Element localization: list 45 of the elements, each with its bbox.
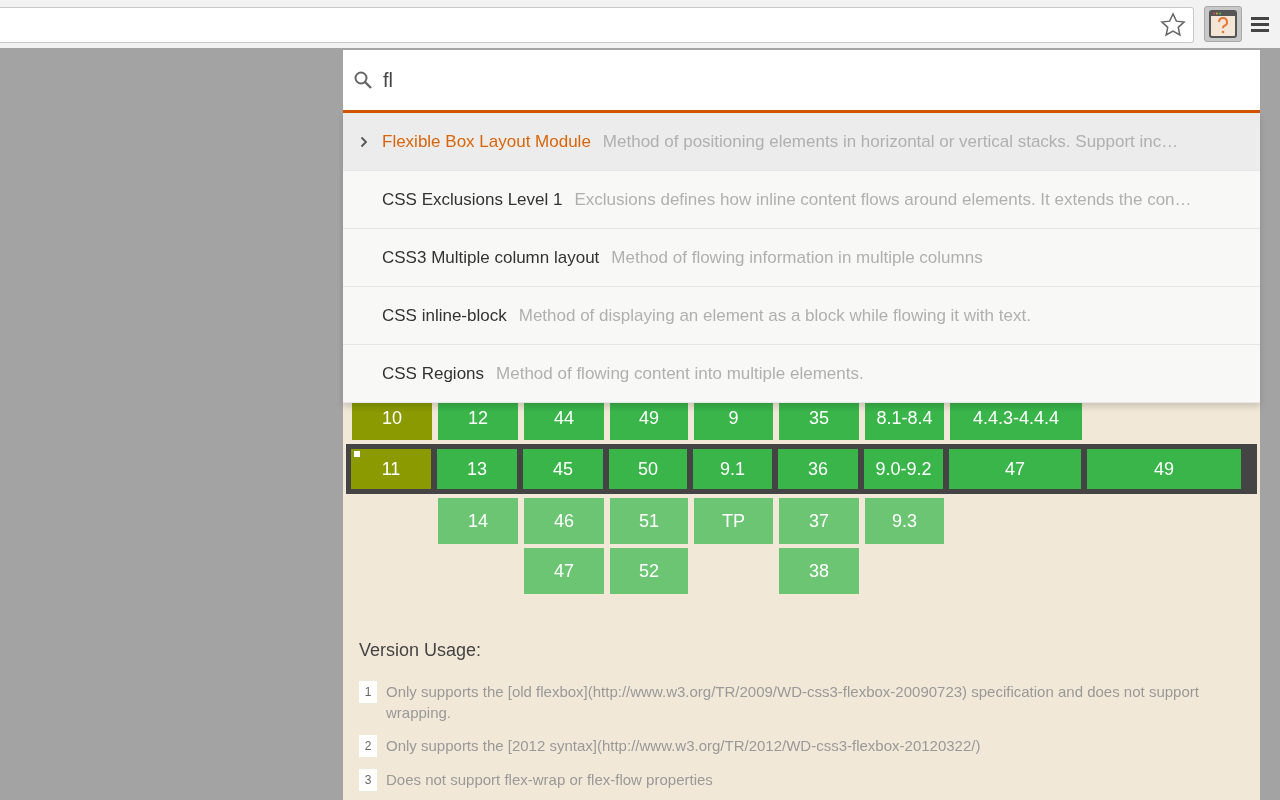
suggestion-title: CSS Exclusions Level 1: [382, 189, 563, 210]
version-cell: 52: [610, 548, 688, 594]
suggestion-item[interactable]: CSS3 Multiple column layout Method of flowing information in multiple columns: [343, 229, 1260, 287]
version-cell: 38: [779, 548, 859, 594]
version-cell: 11: [351, 449, 431, 489]
chevron-icon: [360, 136, 368, 148]
question-window-icon: [1209, 10, 1237, 38]
suggestion-description: Method of displaying an element as a block while flowing it with text.: [518, 305, 1031, 326]
version-cell: 9.3: [865, 498, 944, 544]
note-number: 3: [359, 769, 377, 791]
version-cell: 45: [523, 449, 603, 489]
search-field[interactable]: fl: [343, 50, 1260, 113]
note-number: 2: [359, 735, 377, 757]
menu-icon[interactable]: [1251, 16, 1269, 32]
suggestion-title: CSS inline-block: [382, 305, 507, 326]
version-cell: 36: [778, 449, 858, 489]
star-icon[interactable]: [1159, 11, 1187, 39]
suggestion-description: Exclusions defines how inline content flows around elements. It extends the con…: [574, 189, 1192, 210]
note-text: Does not support flex-wrap or flex-flow properties: [386, 770, 713, 790]
version-cell: TP: [694, 498, 773, 544]
suggestion-description: Method of positioning elements in horizontal or vertical stacks. Support inc…: [602, 131, 1179, 152]
search-icon: [353, 70, 373, 90]
version-cell: 9.0-9.2: [864, 449, 943, 489]
version-cell: 9.1: [693, 449, 772, 489]
version-cell: 14: [438, 498, 518, 544]
suggestion-item[interactable]: CSS Exclusions Level 1 Exclusions defines how inline content flows around elements. It extends the con…: [343, 171, 1260, 229]
suggestion-title: Flexible Box Layout Module: [382, 131, 591, 152]
note-text: Only supports the [old flexbox](http://www.w3.org/TR/2009/WD-css3-flexbox-20090723) specification and does not support wrapping.: [386, 682, 1200, 723]
note-text: Only supports the [2012 syntax](http://www.w3.org/TR/2012/WD-css3-flexbox-20120322/): [386, 736, 981, 756]
version-cell: 13: [437, 449, 517, 489]
suggestion-item[interactable]: CSS inline-block Method of displaying an element as a block while flowing it with text.: [343, 287, 1260, 345]
notes-heading: Version Usage:: [359, 640, 483, 661]
version-cell: 46: [524, 498, 604, 544]
suggestion-title: CSS3 Multiple column layout: [382, 247, 600, 268]
note-number: 1: [359, 681, 377, 703]
extension-button[interactable]: [1204, 6, 1242, 42]
version-cell: 47: [949, 449, 1081, 489]
suggestion-title: CSS Regions: [382, 363, 485, 384]
version-cell: 37: [779, 498, 859, 544]
suggestion-description: Method of flowing information in multiple columns: [611, 247, 983, 268]
version-cell: 47: [524, 548, 604, 594]
suggestion-description: Method of flowing content into multiple elements.: [496, 363, 864, 384]
version-cell: 51: [610, 498, 688, 544]
version-cell: 50: [609, 449, 687, 489]
version-cell: 49: [1087, 449, 1241, 489]
